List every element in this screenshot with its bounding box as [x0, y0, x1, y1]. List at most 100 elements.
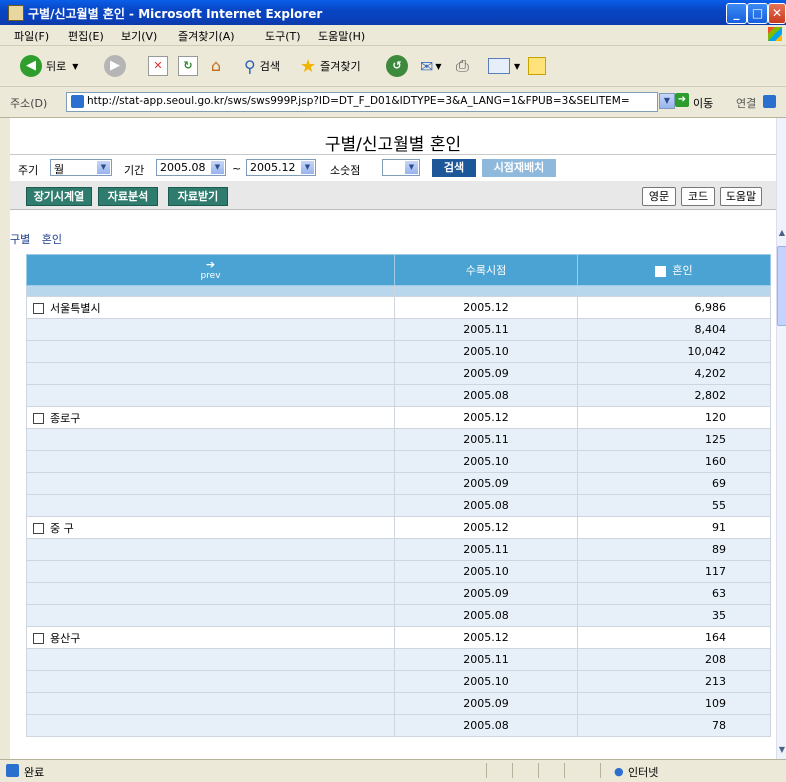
table-row: 2005.09 63	[26, 582, 771, 605]
value-cell: 8,404	[577, 318, 771, 341]
close-button[interactable]: ✕	[768, 3, 786, 24]
value-cell: 10,042	[577, 340, 771, 363]
address-input[interactable]: http://stat-app.seoul.go.kr/sws/sws999P.…	[66, 92, 658, 112]
period-select[interactable]: 월 ▼	[50, 159, 112, 176]
value-cell: 6,986	[577, 296, 771, 319]
time-cell: 2005.09	[394, 582, 578, 605]
menu-view[interactable]: 보기(V)	[121, 28, 157, 44]
menu-file[interactable]: 파일(F)	[14, 28, 49, 44]
table-row: 2005.09 4,202	[26, 362, 771, 385]
to-select-value: 2005.12	[250, 161, 296, 174]
home-button[interactable]: ⌂	[206, 54, 226, 78]
scroll-up-icon[interactable]: ▲	[777, 228, 786, 240]
timeseries-button[interactable]: 장기시계열	[26, 187, 92, 206]
district-label: 종로구	[50, 411, 81, 425]
breadcrumb-item[interactable]: 혼인	[42, 233, 62, 246]
help-button[interactable]: 도움말	[720, 187, 762, 206]
table-header-row: ➔ prev 수록시점 혼인	[26, 254, 771, 286]
table-row: 2005.11 125	[26, 428, 771, 451]
english-button[interactable]: 영문	[642, 187, 676, 206]
district-cell	[26, 670, 395, 693]
time-cell: 2005.09	[394, 362, 578, 385]
window-titlebar[interactable]: 구별/신고월별 혼인 - Microsoft Internet Explorer…	[0, 0, 786, 25]
vertical-scrollbar[interactable]: ▲ ▼	[776, 118, 786, 759]
refresh-button[interactable]: ↻	[178, 54, 198, 78]
code-button[interactable]: 코드	[681, 187, 715, 206]
scroll-thumb[interactable]	[777, 246, 786, 326]
value-column-checkbox[interactable]	[655, 265, 667, 277]
chevron-down-icon: ▼	[435, 61, 442, 71]
search-button[interactable]: 검색	[432, 159, 476, 177]
forward-button[interactable]: ▶	[104, 54, 126, 78]
search-button[interactable]: ⚲ 검색	[244, 54, 280, 78]
table-row: 서울특별시 2005.12 6,986	[26, 296, 771, 319]
address-label: 주소(D)	[10, 97, 48, 110]
district-label: 서울특별시	[50, 301, 101, 315]
time-cell: 2005.12	[394, 296, 578, 319]
frame-border	[0, 118, 10, 759]
decimal-label: 소숫점	[330, 164, 361, 177]
value-cell: 91	[577, 516, 771, 539]
period-select-value: 월	[54, 163, 65, 176]
mail-button[interactable]: ✉ ▼	[420, 54, 442, 78]
maximize-button[interactable]: □	[747, 3, 768, 24]
note-icon	[528, 57, 546, 75]
district-label: 중 구	[50, 521, 74, 535]
district-cell	[26, 362, 395, 385]
district-cell	[26, 582, 395, 605]
table-row: 2005.11 8,404	[26, 318, 771, 341]
district-checkbox[interactable]	[33, 523, 44, 534]
go-button[interactable]: 이동	[693, 95, 713, 111]
analysis-button[interactable]: 자료분석	[98, 187, 158, 206]
menu-tools[interactable]: 도구(T)	[265, 28, 301, 44]
value-cell: 213	[577, 670, 771, 693]
messenger-button[interactable]	[528, 54, 546, 78]
menu-favorites[interactable]: 즐겨찾기(A)	[178, 28, 235, 44]
district-checkbox[interactable]	[33, 413, 44, 424]
district-cell: 서울특별시	[26, 296, 395, 319]
from-select[interactable]: 2005.08 ▼	[156, 159, 226, 176]
table-row: 2005.09 109	[26, 692, 771, 715]
rearrange-button[interactable]: 시점재배치	[482, 159, 556, 177]
back-button[interactable]: ◀ 뒤로 ▼	[20, 54, 78, 78]
district-cell	[26, 494, 395, 517]
value-cell: 2,802	[577, 384, 771, 407]
district-cell	[26, 472, 395, 495]
menu-edit[interactable]: 편집(E)	[68, 28, 104, 44]
decimal-select[interactable]: ▼	[382, 159, 420, 176]
time-header: 수록시점	[394, 254, 578, 286]
time-cell: 2005.10	[394, 340, 578, 363]
prev-header-cell[interactable]: ➔ prev	[26, 254, 395, 286]
breadcrumb-item[interactable]: 구별	[10, 233, 30, 246]
district-checkbox[interactable]	[33, 303, 44, 314]
ie-page-icon	[763, 95, 776, 108]
value-cell: 4,202	[577, 362, 771, 385]
time-cell: 2005.11	[394, 648, 578, 671]
links-label[interactable]: 연결	[736, 95, 756, 111]
ie-page-icon	[8, 5, 24, 21]
value-cell: 69	[577, 472, 771, 495]
action-bar: 장기시계열 자료분석 자료받기 영문 코드 도움말	[10, 181, 776, 210]
address-dropdown-arrow[interactable]: ▼	[659, 93, 675, 109]
print-button[interactable]: ⎙	[456, 54, 469, 78]
minimize-button[interactable]: _	[726, 3, 747, 24]
forward-arrow-icon: ▶	[104, 55, 126, 77]
download-button[interactable]: 자료받기	[168, 187, 228, 206]
menu-help[interactable]: 도움말(H)	[318, 28, 365, 44]
edit-button[interactable]: ▼	[488, 54, 520, 78]
scroll-down-icon[interactable]: ▼	[777, 745, 786, 757]
history-button[interactable]: ↺	[386, 54, 408, 78]
print-icon: ⎙	[456, 56, 469, 75]
table-row: 2005.10 117	[26, 560, 771, 583]
stop-button[interactable]: ✕	[148, 54, 168, 78]
time-cell: 2005.08	[394, 494, 578, 517]
district-checkbox[interactable]	[33, 633, 44, 644]
district-cell: 용산구	[26, 626, 395, 649]
from-select-value: 2005.08	[160, 161, 206, 174]
district-label: 용산구	[50, 631, 81, 645]
favorites-button[interactable]: ★ 즐겨찾기	[300, 54, 361, 78]
back-label: 뒤로	[46, 60, 67, 73]
district-cell	[26, 384, 395, 407]
go-arrow-icon[interactable]: ➜	[675, 93, 689, 107]
to-select[interactable]: 2005.12 ▼	[246, 159, 316, 176]
